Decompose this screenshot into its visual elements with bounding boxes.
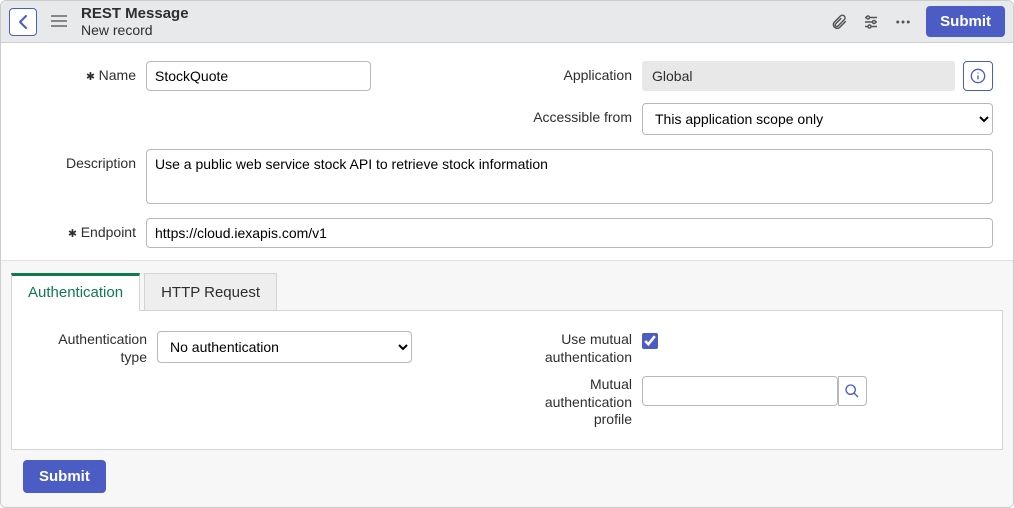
field-mutual-profile: Mutual authentication profile	[517, 376, 982, 429]
info-icon	[970, 68, 986, 84]
field-accessible-from: Accessible from This application scope o…	[517, 103, 993, 135]
lookup-button[interactable]	[838, 376, 867, 406]
header-bar: REST Message New record Submit	[1, 1, 1013, 43]
page-subtitle: New record	[81, 22, 189, 38]
footer: Submit	[11, 450, 1003, 507]
info-button[interactable]	[963, 61, 993, 91]
submit-button-footer[interactable]: Submit	[23, 460, 106, 493]
accessible-from-label: Accessible from	[517, 103, 632, 125]
name-input[interactable]	[146, 61, 371, 91]
field-endpoint: ✱Endpoint	[21, 218, 993, 248]
accessible-from-select[interactable]: This application scope only	[642, 103, 993, 135]
auth-type-select[interactable]: No authentication	[157, 331, 412, 363]
menu-icon[interactable]	[47, 10, 71, 34]
endpoint-label: ✱Endpoint	[21, 218, 136, 241]
mutual-profile-label: Mutual authentication profile	[517, 376, 632, 429]
tab-http-request[interactable]: HTTP Request	[144, 273, 277, 311]
field-mutual-auth: Use mutual authentication	[517, 331, 982, 366]
submit-button-header[interactable]: Submit	[926, 6, 1005, 37]
settings-icon[interactable]	[862, 13, 880, 31]
page-title: REST Message	[81, 5, 189, 22]
chevron-left-icon	[19, 15, 27, 29]
description-label: Description	[21, 149, 136, 171]
tabs-section: Authentication HTTP Request Authenticati…	[1, 260, 1013, 508]
header-actions: Submit	[830, 6, 1005, 37]
mutual-auth-checkbox[interactable]	[642, 333, 658, 349]
search-icon	[844, 383, 860, 399]
description-input[interactable]	[146, 149, 993, 204]
application-label: Application	[517, 61, 632, 83]
required-icon: ✱	[86, 68, 94, 84]
header-titles: REST Message New record	[81, 5, 189, 38]
more-icon[interactable]	[894, 13, 912, 31]
field-auth-type: Authentication type No authentication	[32, 331, 497, 366]
auth-type-label: Authentication type	[32, 331, 147, 366]
application-value: Global	[642, 61, 955, 91]
field-name: ✱Name	[21, 61, 497, 91]
mutual-auth-label: Use mutual authentication	[517, 331, 632, 366]
endpoint-input[interactable]	[146, 218, 993, 248]
field-description: Description	[21, 149, 993, 204]
back-button[interactable]	[9, 8, 37, 36]
name-label: ✱Name	[21, 61, 136, 84]
tab-panel-authentication: Authentication type No authentication Us…	[11, 310, 1003, 450]
tabbar: Authentication HTTP Request	[11, 273, 1003, 311]
attachment-icon[interactable]	[830, 13, 848, 31]
form-area: ✱Name Application Global Accessible from	[1, 43, 1013, 260]
mutual-profile-input[interactable]	[642, 376, 838, 406]
required-icon: ✱	[68, 225, 76, 241]
field-application: Application Global	[517, 61, 993, 91]
tab-authentication[interactable]: Authentication	[11, 273, 140, 311]
